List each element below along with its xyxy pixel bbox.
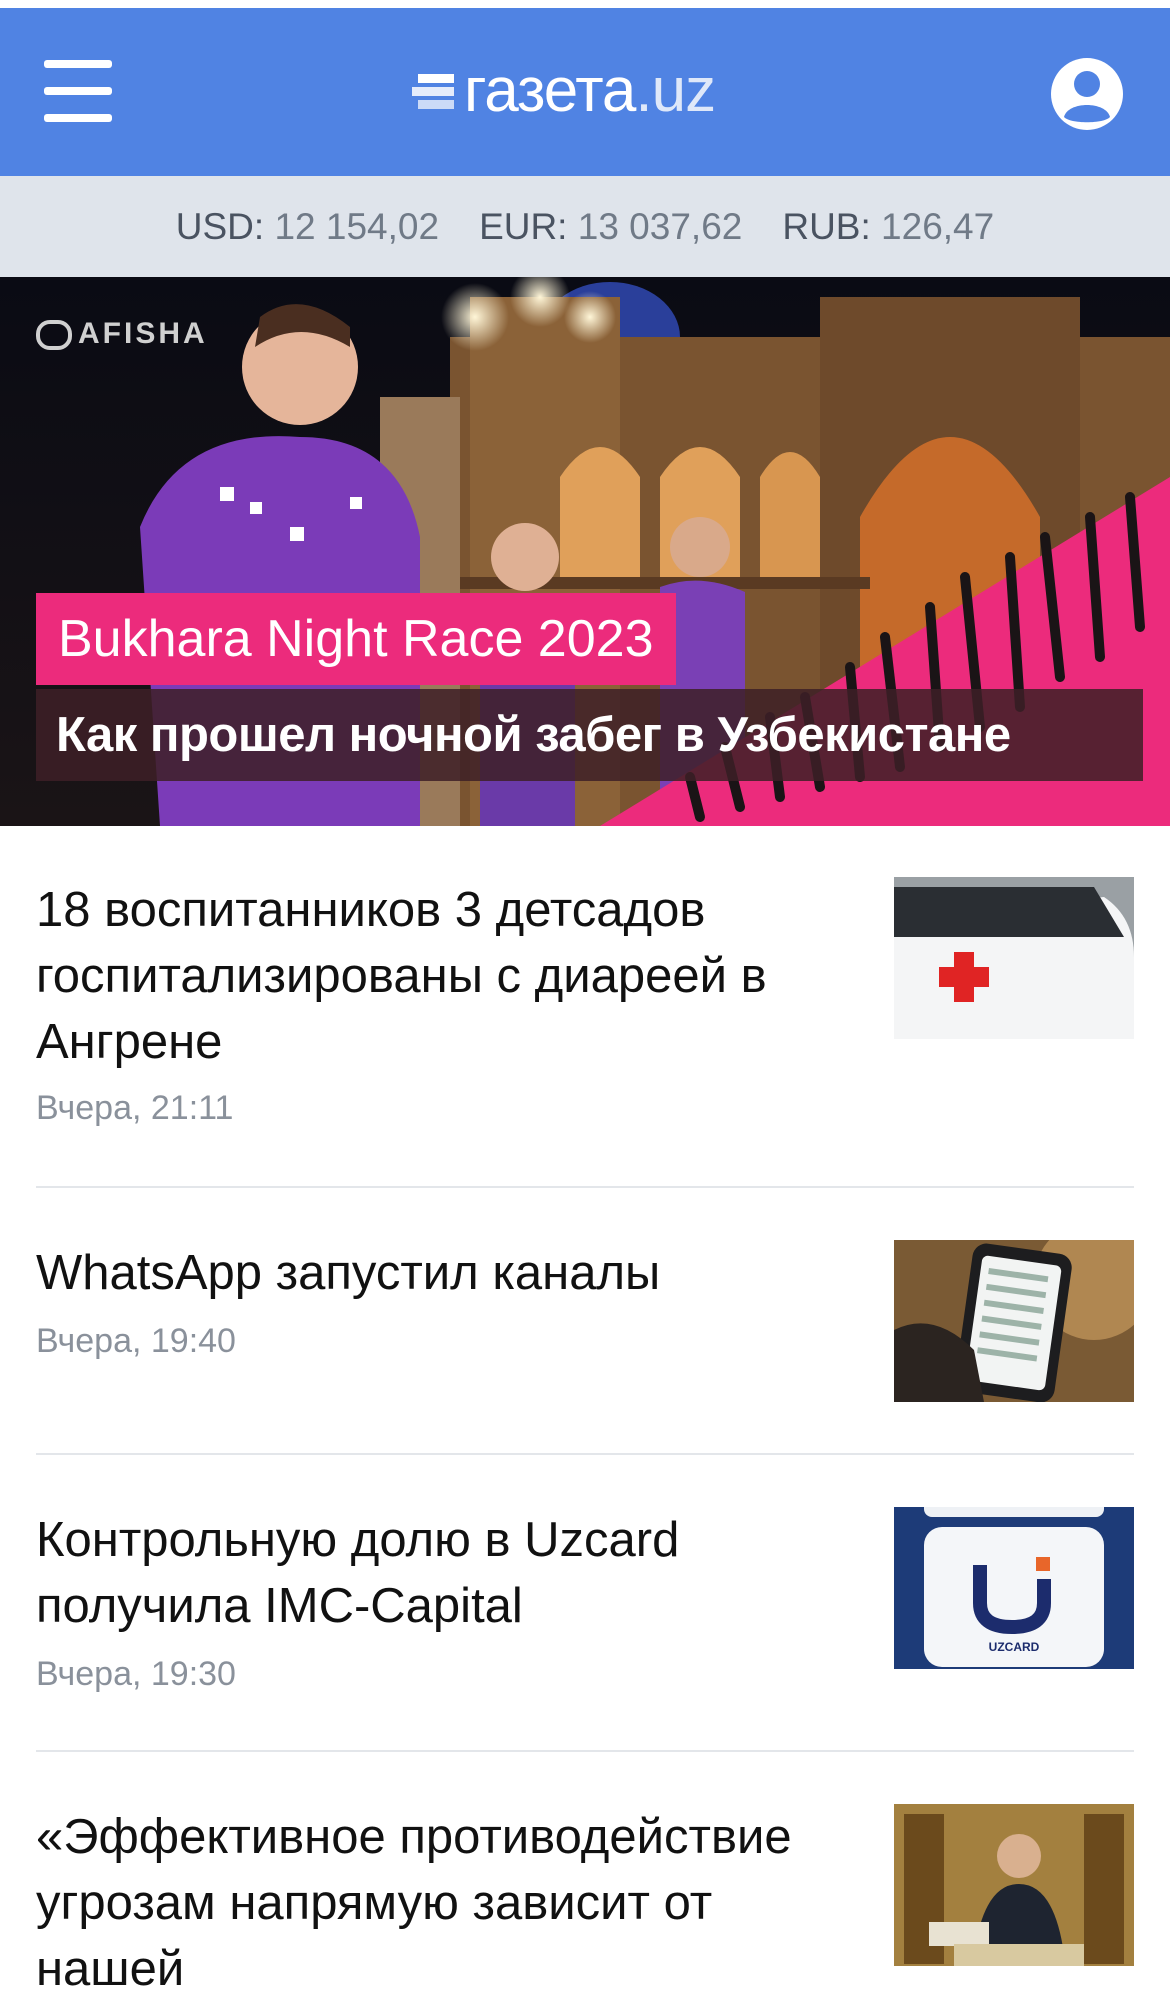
news-time: Вчера, 19:40 <box>36 1322 236 1360</box>
uzcard-logo-text: UZCARD <box>989 1640 1040 1654</box>
news-title[interactable]: «Эффективное противодействие угрозам нап… <box>36 1804 836 2002</box>
rate-eur: EUR: 13 037,62 <box>479 206 742 248</box>
news-thumbnail-ambulance[interactable] <box>894 877 1134 1039</box>
news-thumbnail-uzcard[interactable]: UZCARD <box>894 1507 1134 1669</box>
app-header: газета.uz <box>0 8 1170 176</box>
user-account-icon[interactable] <box>1050 57 1124 131</box>
rate-value: 13 037,62 <box>577 205 743 247</box>
site-logo[interactable]: газета.uz <box>412 50 716 130</box>
logo-main: газета <box>464 55 636 125</box>
news-thumbnail-president[interactable] <box>894 1804 1134 1966</box>
news-title[interactable]: Контрольную долю в Uzcard получила IMC-C… <box>36 1507 836 1639</box>
news-title[interactable]: 18 воспитанников 3 детсадов госпитализир… <box>36 877 836 1075</box>
logo-text: газета.uz <box>464 55 716 126</box>
afisha-logo-icon <box>36 320 72 351</box>
news-time: Вчера, 21:11 <box>36 1089 234 1127</box>
news-title[interactable]: WhatsApp запустил каналы <box>36 1240 836 1306</box>
promo-banner[interactable]: AFISHA Bukhara Night Race 2023 Как проше… <box>0 277 1170 826</box>
news-time: Вчера, 19:30 <box>36 1655 236 1693</box>
afisha-brand-text: AFISHA <box>78 317 208 350</box>
news-item[interactable]: «Эффективное противодействие угрозам нап… <box>36 1804 1134 1996</box>
banner-tag: Bukhara Night Race 2023 <box>36 593 676 685</box>
news-item[interactable]: Контрольную долю в Uzcard получила IMC-C… <box>36 1507 1134 1747</box>
news-item[interactable]: 18 воспитанников 3 детсадов госпитализир… <box>36 877 1134 1137</box>
divider <box>36 1750 1134 1752</box>
news-item[interactable]: WhatsApp запустил каналы Вчера, 19:40 <box>36 1240 1134 1410</box>
rate-rub: RUB: 126,47 <box>782 206 994 248</box>
logo-suffix: .uz <box>635 55 716 125</box>
status-strip <box>0 0 1170 8</box>
hamburger-menu-icon[interactable] <box>44 60 112 122</box>
rate-value: 126,47 <box>881 205 995 247</box>
rate-value: 12 154,02 <box>274 205 440 247</box>
divider <box>36 1453 1134 1455</box>
afisha-brand: AFISHA <box>36 317 208 351</box>
logo-stripes-icon <box>412 74 454 109</box>
divider <box>36 1186 1134 1188</box>
news-thumbnail-phone[interactable] <box>894 1240 1134 1402</box>
rate-label: USD: <box>175 205 265 247</box>
rate-label: EUR: <box>479 205 568 247</box>
rate-label: RUB: <box>782 205 871 247</box>
currency-rates-bar: USD: 12 154,02 EUR: 13 037,62 RUB: 126,4… <box>0 176 1170 277</box>
banner-title: Как прошел ночной забег в Узбекистане <box>36 689 1143 781</box>
rate-usd: USD: 12 154,02 <box>176 206 439 248</box>
